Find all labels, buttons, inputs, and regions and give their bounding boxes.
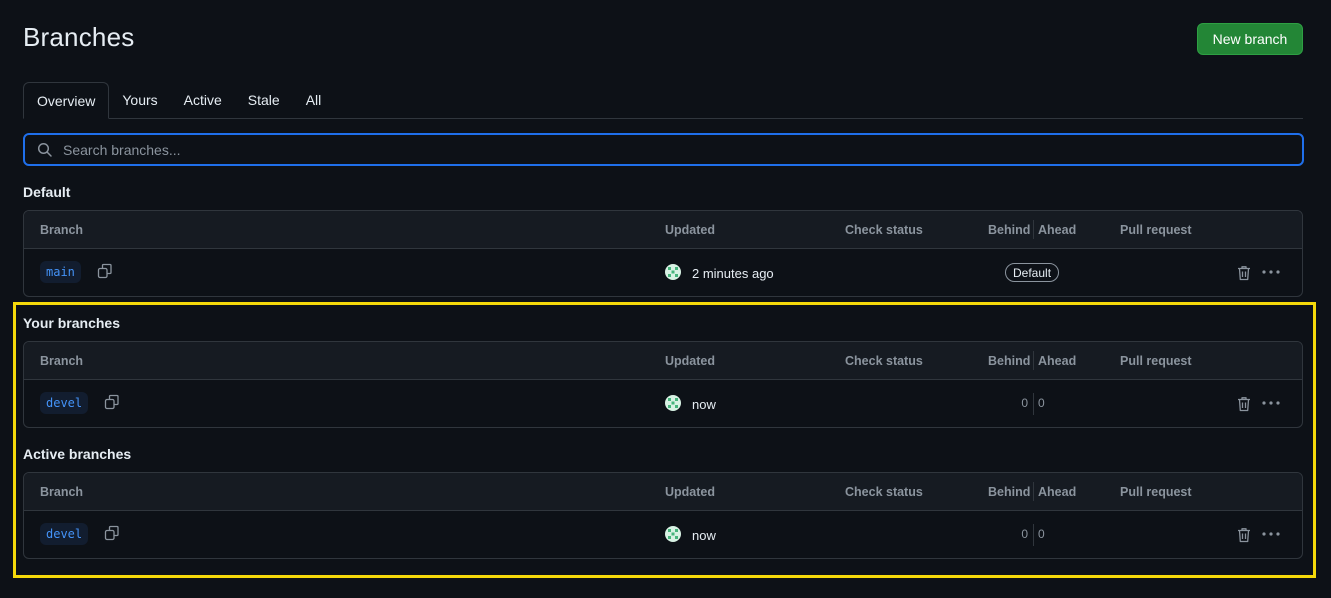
updated-time: now [692, 528, 716, 543]
tab-active[interactable]: Active [171, 82, 235, 118]
trash-icon[interactable] [1237, 527, 1251, 543]
ahead-count: 0 [1038, 396, 1045, 410]
branch-name-link[interactable]: devel [40, 523, 89, 545]
kebab-icon[interactable] [1262, 401, 1280, 405]
column-divider [1033, 220, 1034, 239]
behind-ahead-divider [1033, 524, 1034, 546]
ahead-count: 0 [1038, 527, 1045, 541]
your-branches-table: Branch Updated Check status Behind Ahead… [23, 341, 1303, 428]
column-updated: Updated [665, 485, 715, 499]
page-title: Branches [23, 22, 135, 52]
trash-icon[interactable] [1237, 396, 1251, 412]
active-branches-table: Branch Updated Check status Behind Ahead… [23, 472, 1303, 559]
column-check-status: Check status [845, 485, 923, 499]
column-updated: Updated [665, 223, 715, 237]
column-branch: Branch [40, 354, 84, 368]
column-behind: Behind [988, 223, 1031, 237]
column-ahead: Ahead [1038, 354, 1077, 368]
kebab-icon[interactable] [1262, 532, 1280, 536]
column-behind: Behind [988, 354, 1031, 368]
avatar[interactable] [665, 395, 681, 411]
trash-icon[interactable] [1237, 265, 1251, 281]
default-badge: Default [1005, 263, 1060, 282]
table-row: main 2 minutes ago Default [24, 249, 1302, 296]
column-ahead: Ahead [1038, 485, 1077, 499]
column-pull-request: Pull request [1120, 223, 1192, 237]
column-behind: Behind [988, 485, 1031, 499]
column-updated: Updated [665, 354, 715, 368]
column-check-status: Check status [845, 223, 923, 237]
table-header: Branch Updated Check status Behind Ahead… [24, 342, 1302, 380]
table-row: devel now 0 0 [24, 380, 1302, 427]
new-branch-button[interactable]: New branch [1197, 23, 1303, 55]
branch-tabs: Overview Yours Active Stale All [23, 81, 1303, 119]
branch-name-link[interactable]: main [40, 261, 81, 283]
default-branches-table: Branch Updated Check status Behind Ahead… [23, 210, 1303, 297]
avatar[interactable] [665, 264, 681, 280]
column-pull-request: Pull request [1120, 354, 1192, 368]
behind-ahead-divider [1033, 393, 1034, 415]
column-branch: Branch [40, 223, 84, 237]
column-branch: Branch [40, 485, 84, 499]
section-title-your-branches: Your branches [23, 315, 120, 331]
copy-icon[interactable] [104, 525, 120, 541]
tab-overview[interactable]: Overview [23, 82, 110, 119]
copy-icon[interactable] [104, 394, 120, 410]
updated-time: 2 minutes ago [692, 266, 774, 281]
tab-all[interactable]: All [293, 82, 335, 118]
column-divider [1033, 482, 1034, 501]
column-pull-request: Pull request [1120, 485, 1192, 499]
column-check-status: Check status [845, 354, 923, 368]
tab-stale[interactable]: Stale [235, 82, 293, 118]
avatar[interactable] [665, 526, 681, 542]
table-header: Branch Updated Check status Behind Ahead… [24, 473, 1302, 511]
updated-time: now [692, 397, 716, 412]
table-header: Branch Updated Check status Behind Ahead… [24, 211, 1302, 249]
behind-count: 0 [1021, 527, 1028, 541]
copy-icon[interactable] [97, 263, 113, 279]
search-icon [37, 142, 52, 157]
section-title-default: Default [23, 184, 71, 200]
section-title-active-branches: Active branches [23, 446, 132, 462]
search-box [23, 133, 1304, 166]
behind-count: 0 [1021, 396, 1028, 410]
column-divider [1033, 351, 1034, 370]
table-row: devel now 0 0 [24, 511, 1302, 558]
search-input[interactable] [61, 140, 1265, 159]
tab-yours[interactable]: Yours [109, 82, 170, 118]
kebab-icon[interactable] [1262, 270, 1280, 274]
column-ahead: Ahead [1038, 223, 1077, 237]
branch-name-link[interactable]: devel [40, 392, 89, 414]
